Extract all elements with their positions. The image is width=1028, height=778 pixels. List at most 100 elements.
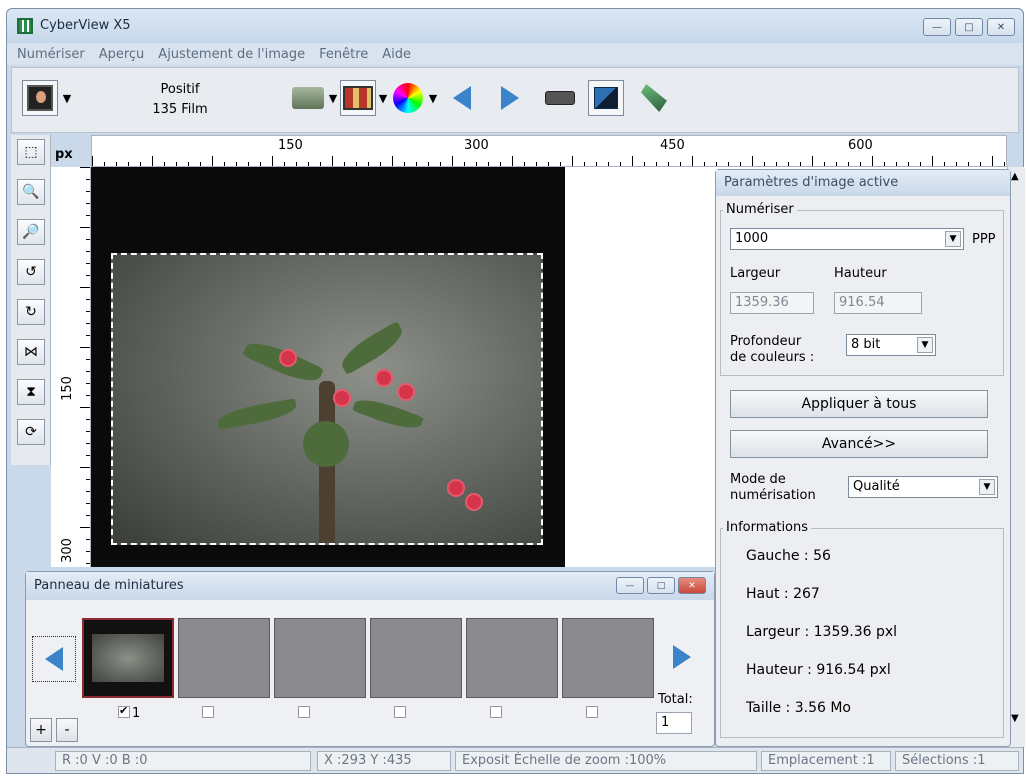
rotate-right-button[interactable]: ↻ [17, 299, 45, 325]
thumbnail-checkbox[interactable] [490, 706, 502, 718]
thumbnail-checkbox-checked[interactable]: ✔ [118, 704, 130, 718]
ruler-tick [368, 162, 369, 166]
rotate-left-icon: ↺ [25, 264, 37, 280]
flip-horizontal-button[interactable]: ⋈ [17, 339, 45, 365]
ruler-tick [86, 251, 90, 252]
filmstrip-button[interactable] [340, 80, 376, 116]
width-label: Largeur [730, 266, 781, 281]
active-image-params-panel: Paramètres d'image active Numériser 1000… [715, 169, 1011, 747]
plant-leaf [303, 421, 349, 467]
film-type-button[interactable] [22, 80, 58, 116]
main-window: CyberView X5 — □ ✕ Numériser Aperçu Ajus… [6, 8, 1025, 774]
thumbnail-empty[interactable] [178, 618, 270, 698]
ruler-tick [908, 162, 909, 166]
ruler-tick [86, 203, 90, 204]
color-depth-select[interactable]: 8 bit ▼ [846, 334, 936, 356]
preview-dropdown-icon[interactable]: ▼ [328, 80, 338, 116]
apply-all-button[interactable]: Appliquer à tous [730, 390, 988, 418]
flower [449, 481, 463, 495]
scan-button[interactable] [588, 80, 624, 116]
flip-horizontal-icon: ⋈ [24, 344, 38, 360]
menu-scan[interactable]: Numériser [15, 47, 87, 62]
flower [467, 495, 481, 509]
ruler-tick [128, 162, 129, 166]
thumbnail-checkbox[interactable] [202, 706, 214, 718]
minimize-button[interactable]: — [923, 18, 951, 36]
ruler-tick [86, 419, 90, 420]
ruler-tick [728, 162, 729, 166]
eye-icon [292, 87, 324, 109]
menu-window[interactable]: Fenêtre [317, 47, 370, 62]
add-thumbnail-button[interactable]: + [30, 718, 52, 742]
zoom-in-button[interactable]: 🔍 [17, 179, 45, 205]
ruler-tick [86, 539, 90, 540]
color-wheel-button[interactable] [390, 80, 426, 116]
zoom-out-button[interactable]: 🔎 [17, 219, 45, 245]
eject-button[interactable] [542, 80, 578, 116]
ruler-tick [920, 162, 921, 166]
plant-leaf [336, 320, 408, 376]
ruler-tick [86, 215, 90, 216]
thumb-prev-button[interactable] [32, 636, 76, 682]
thumb-maximize-button[interactable]: □ [647, 577, 675, 594]
rotate-left-button[interactable]: ↺ [17, 259, 45, 285]
ruler-tick [86, 515, 90, 516]
ruler-v-label: 150 [59, 376, 75, 401]
menu-help[interactable]: Aide [380, 47, 413, 62]
color-dropdown-icon[interactable]: ▼ [428, 80, 438, 116]
scroll-down-icon[interactable]: ▼ [1011, 713, 1019, 724]
scan-mode-label-2: numérisation [730, 488, 816, 503]
close-button[interactable]: ✕ [987, 18, 1015, 36]
info-group-title: Informations [723, 520, 812, 535]
ruler-tick [632, 156, 633, 166]
ruler-tick [80, 467, 90, 468]
thumb-minimize-button[interactable]: — [616, 577, 644, 594]
reset-button[interactable]: ⟳ [17, 419, 45, 445]
scan-mode-select[interactable]: Qualité ▼ [848, 476, 998, 498]
thumbnail-checkbox[interactable] [394, 706, 406, 718]
flower [377, 371, 391, 385]
ruler-tick [380, 162, 381, 166]
horizontal-ruler: 150 300 450 600 [91, 135, 1007, 167]
window-title: CyberView X5 [40, 18, 131, 33]
thumbnail-checkbox[interactable] [298, 706, 310, 718]
crop-selection[interactable] [111, 253, 543, 545]
previous-frame-button[interactable] [444, 80, 480, 116]
advanced-button[interactable]: Avancé>> [730, 430, 988, 458]
ruler-tick [200, 162, 201, 166]
ruler-tick [224, 162, 225, 166]
flip-vertical-button[interactable]: ⧗ [17, 379, 45, 405]
thumbnail-empty[interactable] [274, 618, 366, 698]
preview-eye-button[interactable] [290, 80, 326, 116]
ruler-tick [284, 162, 285, 166]
remove-thumbnail-button[interactable]: - [56, 718, 78, 742]
thumb-close-button[interactable]: ✕ [678, 577, 706, 594]
thumbnail-1[interactable] [82, 618, 174, 698]
thumbnail-checkbox[interactable] [586, 706, 598, 718]
film-type-dropdown-icon[interactable]: ▼ [62, 80, 72, 116]
menu-preview[interactable]: Aperçu [97, 47, 147, 62]
thumbnail-empty[interactable] [466, 618, 558, 698]
next-frame-button[interactable] [492, 80, 528, 116]
vertical-ruler: 150 300 [51, 167, 91, 567]
ruler-tick [464, 162, 465, 166]
ruler-tick [176, 162, 177, 166]
maximize-button[interactable]: □ [955, 18, 983, 36]
arrow-right-icon [673, 645, 691, 669]
flip-vertical-icon: ⧗ [26, 384, 36, 400]
thumbnail-empty[interactable] [562, 618, 654, 698]
ruler-tick [692, 156, 693, 166]
ruler-tick [86, 275, 90, 276]
resolution-select[interactable]: 1000 ▼ [730, 228, 964, 250]
filmstrip-dropdown-icon[interactable]: ▼ [378, 80, 388, 116]
menu-image-adjust[interactable]: Ajustement de l'image [156, 47, 307, 62]
scroll-up-icon[interactable]: ▲ [1011, 171, 1019, 182]
export-button[interactable] [636, 80, 672, 116]
thumbnail-empty[interactable] [370, 618, 462, 698]
scan-icon [594, 87, 618, 109]
total-field: 1 [656, 712, 692, 734]
ruler-tick [80, 167, 90, 168]
selection-tool-button[interactable]: ⬚ [17, 139, 45, 165]
params-title: Paramètres d'image active [716, 170, 1010, 196]
thumb-next-button[interactable] [660, 634, 704, 680]
